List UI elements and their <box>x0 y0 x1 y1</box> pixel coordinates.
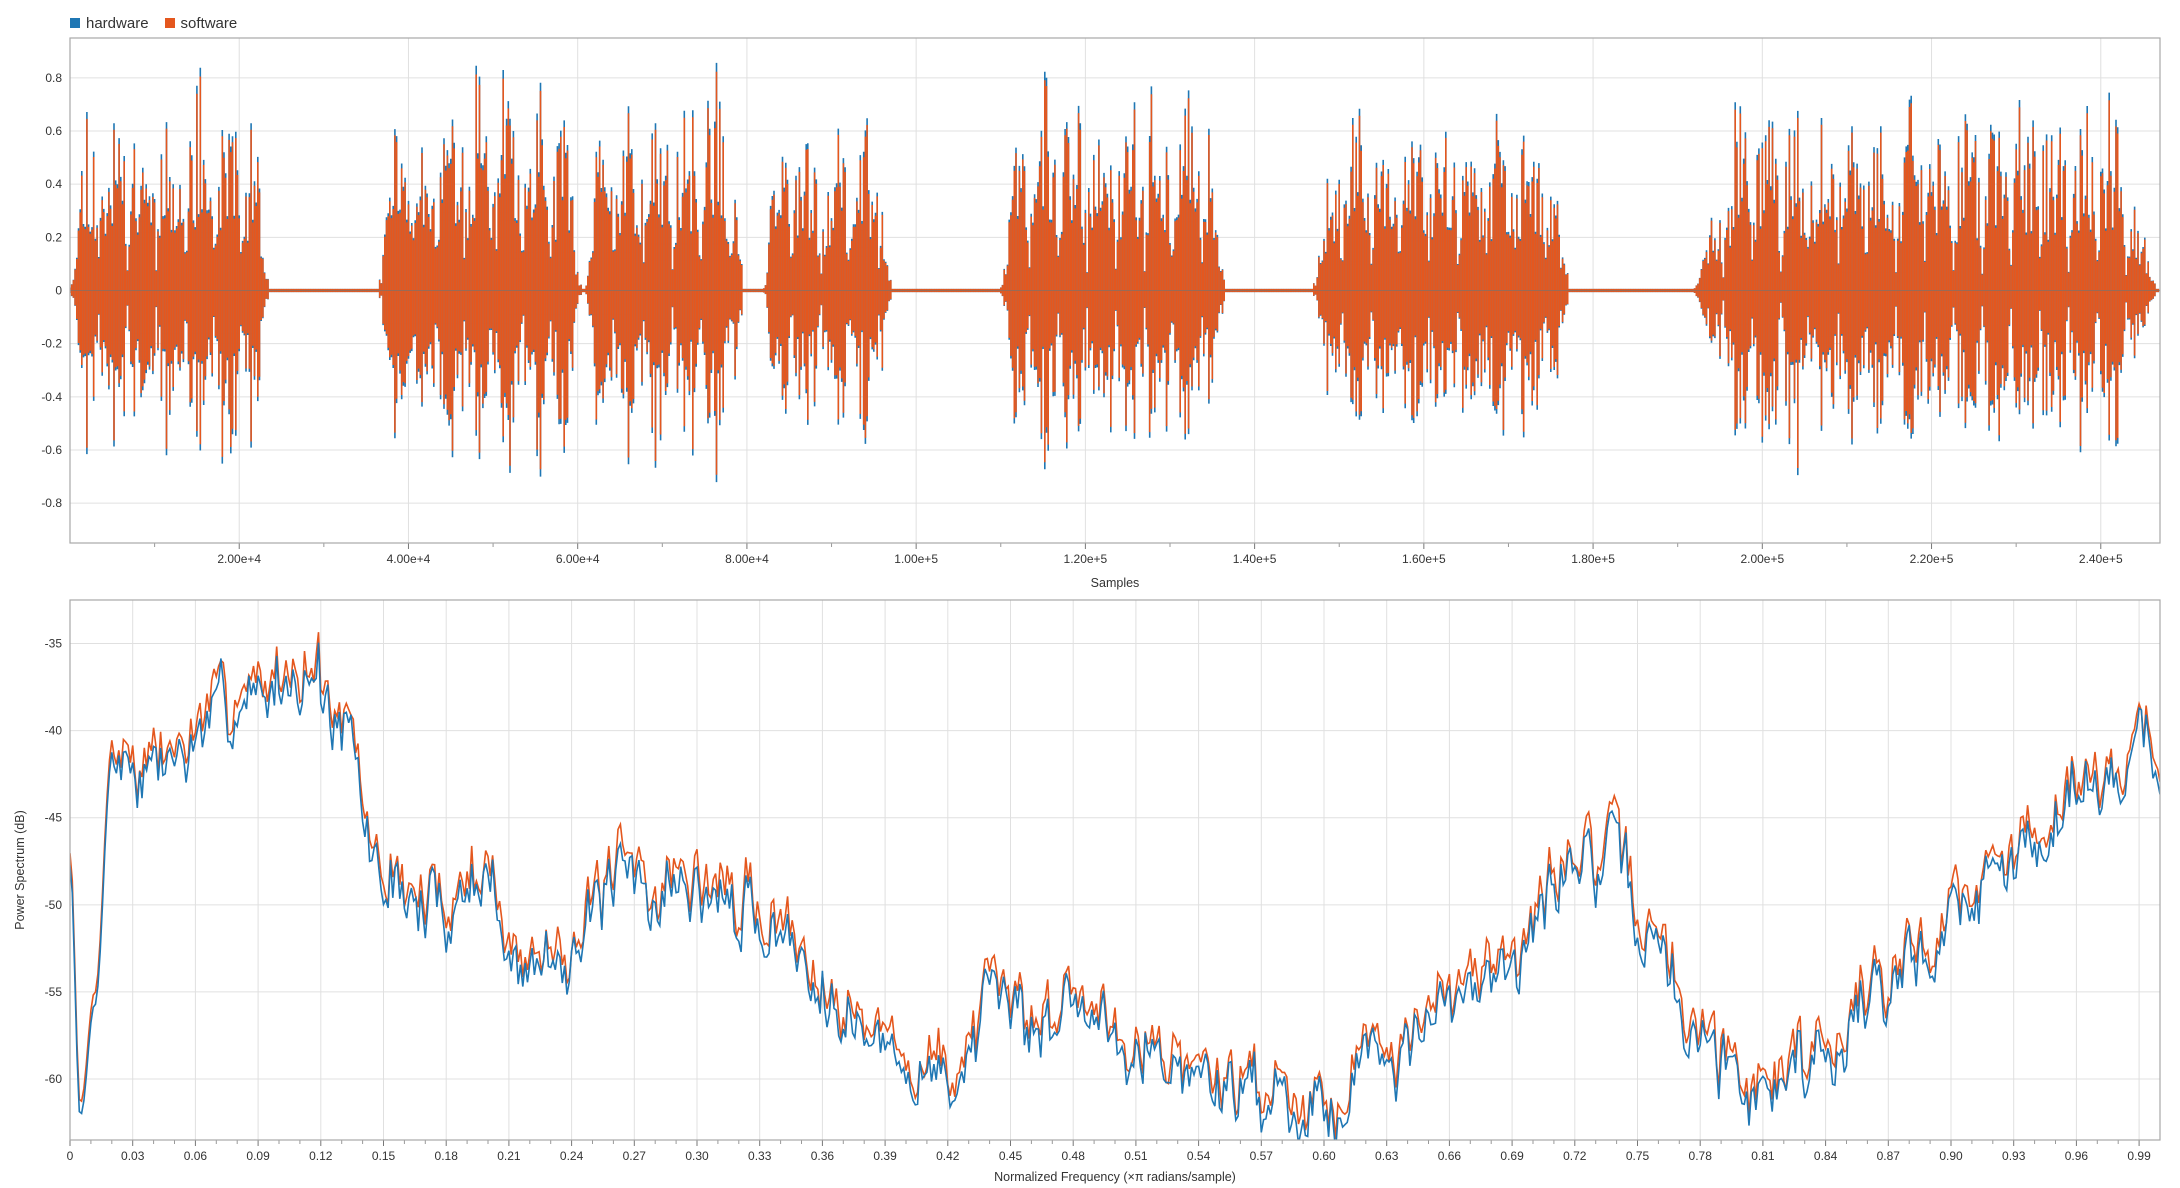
x-tick-label: 0.87 <box>1877 1149 1901 1163</box>
x-axis-title: Samples <box>1091 576 1140 590</box>
x-axis-title: Normalized Frequency (×π radians/sample) <box>994 1170 1236 1184</box>
x-tick-label: 0.30 <box>685 1149 709 1163</box>
x-tick-label: 0.63 <box>1375 1149 1399 1163</box>
x-tick-label: 2.00e+5 <box>1740 552 1784 566</box>
x-tick-label: 0.84 <box>1814 1149 1838 1163</box>
y-tick-label: 0 <box>55 284 62 298</box>
x-tick-label: 4.00e+4 <box>387 552 431 566</box>
x-tick-label: 0.12 <box>309 1149 333 1163</box>
x-tick-label: 0.39 <box>873 1149 897 1163</box>
power-spectrum-plot[interactable]: 0 0.03 0.06 0.09 0.12 0.15 0.18 0.21 0.24 0.27 0.3… <box>13 599 2161 1184</box>
y-tick-label: -0.6 <box>41 443 62 457</box>
x-tick-label: 0.99 <box>2127 1149 2151 1163</box>
x-tick-label: 1.20e+5 <box>1064 552 1108 566</box>
x-tick-label: 0.96 <box>2065 1149 2089 1163</box>
x-tick-label: 2.20e+5 <box>1910 552 1954 566</box>
y-tick-label: -35 <box>45 637 63 651</box>
y-axis-title: Power Spectrum (dB) <box>13 810 27 929</box>
y-tick-label: -40 <box>45 724 63 738</box>
x-tick-label: 8.00e+4 <box>725 552 769 566</box>
y-tick-label: 0.4 <box>45 177 62 191</box>
x-tick-label: 0.51 <box>1124 1149 1148 1163</box>
charts-canvas: 2.00e+4 4.00e+4 6.00e+4 8.00e+4 1.00e+5 1.20e… <box>13 37 2161 1184</box>
x-tick-label: 6.00e+4 <box>556 552 600 566</box>
x-tick-label: 0.21 <box>497 1149 521 1163</box>
x-tick-label: 0.54 <box>1187 1149 1211 1163</box>
x-tick-label: 1.40e+5 <box>1233 552 1277 566</box>
x-tick-label: 0.27 <box>623 1149 647 1163</box>
x-tick-label: 0.03 <box>121 1149 145 1163</box>
x-tick-label: 0.57 <box>1250 1149 1274 1163</box>
x-tick-label: 0.69 <box>1500 1149 1524 1163</box>
y-tick-label: 0.2 <box>45 230 62 244</box>
x-tick-label: 0.93 <box>2002 1149 2026 1163</box>
x-tick-label: 2.40e+5 <box>2079 552 2123 566</box>
y-tick-label: -45 <box>45 811 63 825</box>
x-tick-label: 0.45 <box>999 1149 1023 1163</box>
y-tick-label: -0.2 <box>41 337 62 351</box>
x-tick-label: 0.09 <box>246 1149 270 1163</box>
x-tick-label: 0.66 <box>1438 1149 1462 1163</box>
y-tick-label: -50 <box>45 898 63 912</box>
x-tick-label: 0.18 <box>435 1149 459 1163</box>
x-tick-label: 1.60e+5 <box>1402 552 1446 566</box>
y-tick-label: -0.4 <box>41 390 62 404</box>
time-domain-plot[interactable]: 2.00e+4 4.00e+4 6.00e+4 8.00e+4 1.00e+5 1.20e… <box>41 37 2161 590</box>
x-tick-label: 0.42 <box>936 1149 960 1163</box>
x-tick-label: 0.90 <box>1939 1149 1963 1163</box>
x-tick-label: 1.00e+5 <box>894 552 938 566</box>
x-tick-label: 0.75 <box>1626 1149 1650 1163</box>
x-tick-label: 0.78 <box>1689 1149 1713 1163</box>
y-tick-label: -0.8 <box>41 496 62 510</box>
x-tick-label: 0.15 <box>372 1149 396 1163</box>
x-tick-label: 0.72 <box>1563 1149 1587 1163</box>
y-tick-label: 0.6 <box>45 124 62 138</box>
x-tick-label: 0.24 <box>560 1149 584 1163</box>
x-tick-label: 0.06 <box>184 1149 208 1163</box>
x-tick-label: 0.48 <box>1062 1149 1086 1163</box>
x-tick-label: 0.36 <box>811 1149 835 1163</box>
x-tick-label: 1.80e+5 <box>1571 552 1615 566</box>
x-tick-label: 0.33 <box>748 1149 772 1163</box>
y-tick-label: 0.8 <box>45 71 62 85</box>
y-tick-label: -60 <box>45 1072 63 1086</box>
x-tick-label: 0 <box>67 1149 74 1163</box>
y-tick-label: -55 <box>45 985 63 999</box>
x-tick-label: 0.81 <box>1751 1149 1775 1163</box>
x-tick-label: 2.00e+4 <box>217 552 261 566</box>
x-tick-label: 0.60 <box>1312 1149 1336 1163</box>
